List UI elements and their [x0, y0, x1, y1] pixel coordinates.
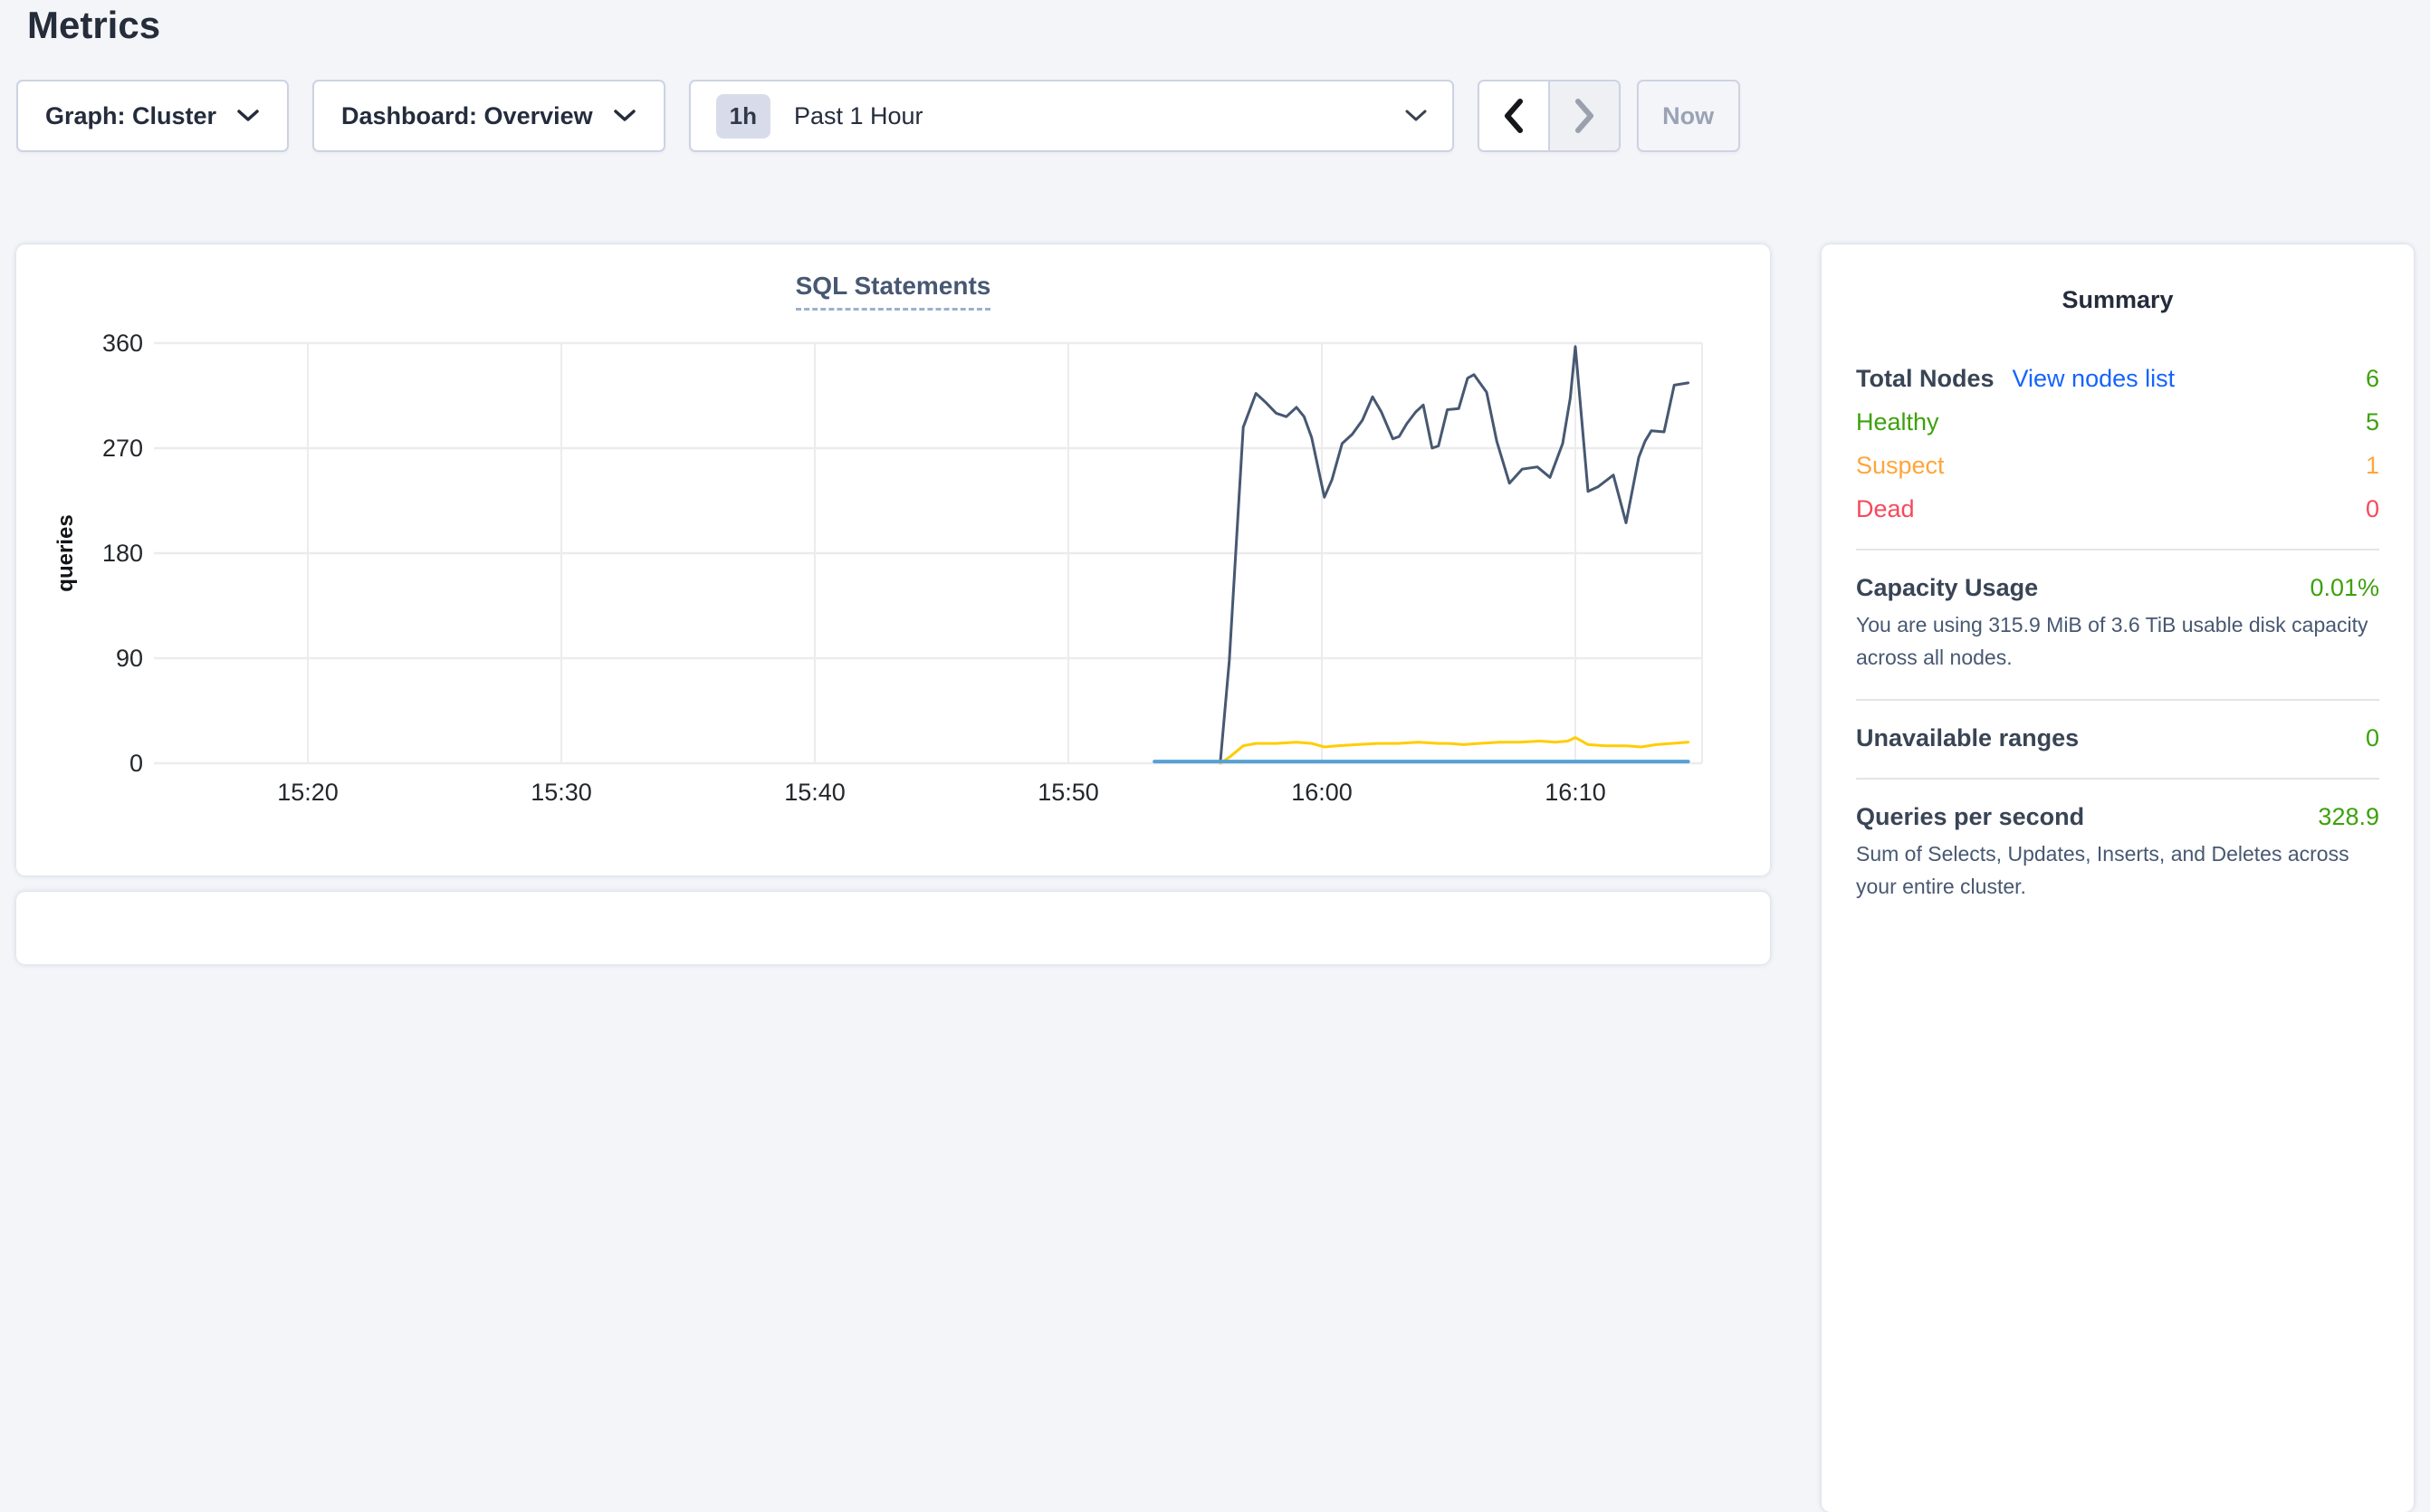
now-button[interactable]: Now [1637, 80, 1740, 152]
dead-value: 0 [2366, 495, 2379, 523]
capacity-row: Capacity Usage 0.01% [1856, 574, 2379, 602]
summary-title: Summary [1856, 286, 2379, 314]
chevron-right-icon [1571, 97, 1598, 135]
qps-value: 328.9 [2318, 803, 2379, 831]
svg-text:0: 0 [129, 750, 143, 777]
svg-text:270: 270 [102, 435, 143, 462]
prev-time-button[interactable] [1479, 81, 1548, 150]
svg-text:180: 180 [102, 540, 143, 567]
chevron-left-icon [1500, 97, 1527, 135]
next-chart-card [16, 892, 1770, 964]
qps-label: Queries per second [1856, 803, 2084, 831]
unavailable-ranges-value: 0 [2366, 724, 2379, 752]
sql-statements-chart-card: SQL Statements 09018027036015:2015:3015:… [16, 244, 1770, 876]
time-range-badge: 1h [716, 94, 770, 139]
svg-text:15:30: 15:30 [531, 779, 592, 806]
divider [1856, 778, 2379, 780]
suspect-row: Suspect 1 [1856, 452, 2379, 480]
chevron-down-icon [1405, 110, 1427, 123]
page-title: Metrics [27, 0, 160, 54]
divider [1856, 699, 2379, 701]
dead-label: Dead [1856, 495, 1915, 523]
healthy-label: Healthy [1856, 408, 1939, 436]
summary-panel: Summary Total Nodes View nodes list 6 He… [1822, 244, 2414, 1512]
capacity-label: Capacity Usage [1856, 574, 2038, 602]
time-range-label: Past 1 Hour [794, 102, 923, 130]
dead-row: Dead 0 [1856, 495, 2379, 523]
svg-text:90: 90 [116, 645, 143, 672]
svg-text:360: 360 [102, 330, 143, 357]
svg-text:16:10: 16:10 [1545, 779, 1606, 806]
divider [1856, 549, 2379, 550]
capacity-value: 0.01% [2310, 574, 2379, 602]
dashboard-dropdown-label: Dashboard: Overview [341, 102, 593, 130]
view-nodes-list-link[interactable]: View nodes list [2013, 365, 2176, 393]
total-nodes-value: 6 [2366, 365, 2379, 393]
metrics-toolbar: Graph: Cluster Dashboard: Overview 1h Pa… [16, 80, 1740, 152]
time-pager [1478, 80, 1621, 152]
capacity-description: You are using 315.9 MiB of 3.6 TiB usabl… [1856, 609, 2379, 674]
dashboard-dropdown[interactable]: Dashboard: Overview [312, 80, 665, 152]
svg-text:16:00: 16:00 [1291, 779, 1353, 806]
qps-description: Sum of Selects, Updates, Inserts, and De… [1856, 838, 2379, 903]
svg-text:queries: queries [53, 514, 78, 591]
svg-text:15:50: 15:50 [1038, 779, 1099, 806]
svg-text:15:20: 15:20 [277, 779, 339, 806]
unavailable-ranges-label: Unavailable ranges [1856, 724, 2079, 752]
time-range-selector[interactable]: 1h Past 1 Hour [689, 80, 1454, 152]
chart-canvas[interactable]: 0 90 180 270 360 15:20 15:30 15:40 15:50 16:00 16:… [16, 244, 1770, 876]
next-time-button[interactable] [1548, 81, 1619, 150]
chevron-down-icon [613, 109, 636, 123]
healthy-value: 5 [2366, 408, 2379, 436]
suspect-value: 1 [2366, 452, 2379, 480]
graph-dropdown[interactable]: Graph: Cluster [16, 80, 289, 152]
suspect-label: Suspect [1856, 452, 1945, 480]
total-nodes-row: Total Nodes View nodes list 6 [1856, 365, 2379, 393]
healthy-row: Healthy 5 [1856, 408, 2379, 436]
unavailable-ranges-row: Unavailable ranges 0 [1856, 724, 2379, 752]
graph-dropdown-label: Graph: Cluster [45, 102, 216, 130]
qps-row: Queries per second 328.9 [1856, 803, 2379, 831]
svg-text:15:40: 15:40 [784, 779, 846, 806]
total-nodes-label: Total Nodes [1856, 365, 1995, 393]
chevron-down-icon [236, 109, 260, 123]
